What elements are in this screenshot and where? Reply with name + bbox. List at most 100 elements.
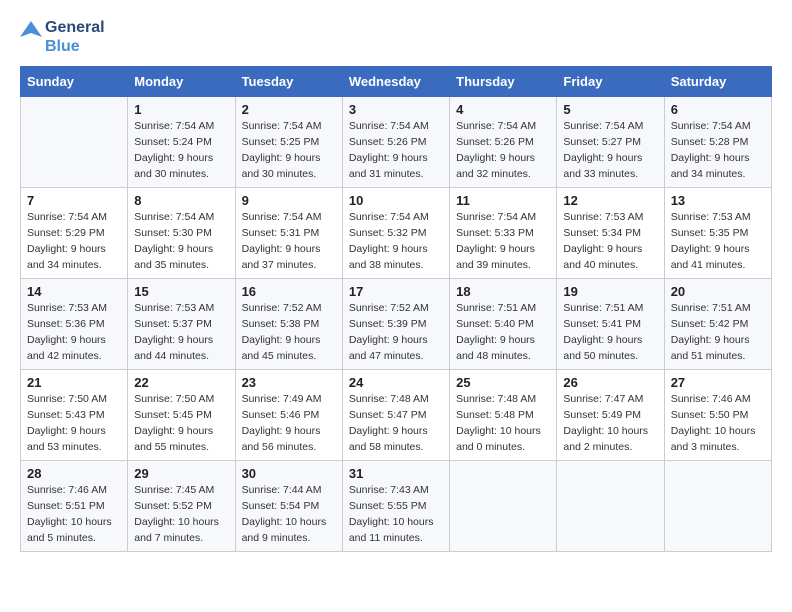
calendar-cell: 11 Sunrise: 7:54 AM Sunset: 5:33 PM Dayli… [450,188,557,279]
day-info: Sunrise: 7:48 AM Sunset: 5:48 PM Dayligh… [456,392,550,455]
calendar-cell: 1 Sunrise: 7:54 AM Sunset: 5:24 PM Daylig… [128,97,235,188]
day-number: 19 [563,284,657,299]
calendar-cell: 15 Sunrise: 7:53 AM Sunset: 5:37 PM Dayli… [128,279,235,370]
calendar-week-row: 21 Sunrise: 7:50 AM Sunset: 5:43 PM Dayli… [21,370,772,461]
day-info: Sunrise: 7:47 AM Sunset: 5:49 PM Dayligh… [563,392,657,455]
calendar-cell: 12 Sunrise: 7:53 AM Sunset: 5:34 PM Dayli… [557,188,664,279]
day-number: 25 [456,375,550,390]
calendar-week-row: 7 Sunrise: 7:54 AM Sunset: 5:29 PM Daylig… [21,188,772,279]
day-info: Sunrise: 7:46 AM Sunset: 5:50 PM Dayligh… [671,392,765,455]
day-info: Sunrise: 7:44 AM Sunset: 5:54 PM Dayligh… [242,483,336,546]
calendar-cell: 3 Sunrise: 7:54 AM Sunset: 5:26 PM Daylig… [342,97,449,188]
header-row: General Blue [20,18,772,56]
calendar-cell: 8 Sunrise: 7:54 AM Sunset: 5:30 PM Daylig… [128,188,235,279]
day-info: Sunrise: 7:54 AM Sunset: 5:33 PM Dayligh… [456,210,550,273]
calendar-cell [664,461,771,552]
calendar-week-row: 28Sunrise: 7:46 AM Sunset: 5:51 PM Dayli… [21,461,772,552]
logo-general: General [45,18,105,37]
day-number: 24 [349,375,443,390]
day-info: Sunrise: 7:54 AM Sunset: 5:31 PM Dayligh… [242,210,336,273]
calendar-cell: 6 Sunrise: 7:54 AM Sunset: 5:28 PM Daylig… [664,97,771,188]
calendar-cell: 28Sunrise: 7:46 AM Sunset: 5:51 PM Dayli… [21,461,128,552]
day-info: Sunrise: 7:49 AM Sunset: 5:46 PM Dayligh… [242,392,336,455]
day-info: Sunrise: 7:50 AM Sunset: 5:45 PM Dayligh… [134,392,228,455]
calendar-cell: 18 Sunrise: 7:51 AM Sunset: 5:40 PM Dayli… [450,279,557,370]
weekday-header-thursday: Thursday [450,67,557,97]
weekday-header-monday: Monday [128,67,235,97]
day-info: Sunrise: 7:51 AM Sunset: 5:42 PM Dayligh… [671,301,765,364]
day-number: 3 [349,102,443,117]
day-info: Sunrise: 7:54 AM Sunset: 5:24 PM Dayligh… [134,119,228,182]
day-info: Sunrise: 7:51 AM Sunset: 5:40 PM Dayligh… [456,301,550,364]
page-container: General Blue SundayMondayTuesdayWednesda… [0,0,792,570]
day-number: 11 [456,193,550,208]
day-number: 30 [242,466,336,481]
day-number: 21 [27,375,121,390]
calendar-cell: 26 Sunrise: 7:47 AM Sunset: 5:49 PM Dayli… [557,370,664,461]
calendar-cell: 14 Sunrise: 7:53 AM Sunset: 5:36 PM Dayli… [21,279,128,370]
day-number: 15 [134,284,228,299]
weekday-header-sunday: Sunday [21,67,128,97]
day-number: 12 [563,193,657,208]
calendar-cell: 29 Sunrise: 7:45 AM Sunset: 5:52 PM Dayli… [128,461,235,552]
day-info: Sunrise: 7:43 AM Sunset: 5:55 PM Dayligh… [349,483,443,546]
calendar-cell: 5Sunrise: 7:54 AM Sunset: 5:27 PM Daylig… [557,97,664,188]
calendar-body: 1 Sunrise: 7:54 AM Sunset: 5:24 PM Daylig… [21,97,772,552]
day-info: Sunrise: 7:53 AM Sunset: 5:35 PM Dayligh… [671,210,765,273]
logo-bird-icon [20,19,42,55]
calendar-cell: 16 Sunrise: 7:52 AM Sunset: 5:38 PM Dayli… [235,279,342,370]
day-number: 23 [242,375,336,390]
day-number: 31 [349,466,443,481]
day-info: Sunrise: 7:53 AM Sunset: 5:34 PM Dayligh… [563,210,657,273]
day-number: 14 [27,284,121,299]
calendar-cell: 21 Sunrise: 7:50 AM Sunset: 5:43 PM Dayli… [21,370,128,461]
calendar-cell: 2Sunrise: 7:54 AM Sunset: 5:25 PM Daylig… [235,97,342,188]
calendar-header: SundayMondayTuesdayWednesdayThursdayFrid… [21,67,772,97]
calendar-cell: 31 Sunrise: 7:43 AM Sunset: 5:55 PM Dayli… [342,461,449,552]
day-number: 22 [134,375,228,390]
day-number: 29 [134,466,228,481]
day-info: Sunrise: 7:54 AM Sunset: 5:26 PM Dayligh… [349,119,443,182]
calendar-cell: 27Sunrise: 7:46 AM Sunset: 5:50 PM Dayli… [664,370,771,461]
day-info: Sunrise: 7:50 AM Sunset: 5:43 PM Dayligh… [27,392,121,455]
day-info: Sunrise: 7:54 AM Sunset: 5:26 PM Dayligh… [456,119,550,182]
day-number: 10 [349,193,443,208]
logo-blue: Blue [45,37,105,56]
day-number: 16 [242,284,336,299]
day-number: 8 [134,193,228,208]
day-info: Sunrise: 7:54 AM Sunset: 5:30 PM Dayligh… [134,210,228,273]
calendar-week-row: 1 Sunrise: 7:54 AM Sunset: 5:24 PM Daylig… [21,97,772,188]
day-number: 7 [27,193,121,208]
day-number: 1 [134,102,228,117]
day-number: 26 [563,375,657,390]
calendar-cell: 22 Sunrise: 7:50 AM Sunset: 5:45 PM Dayli… [128,370,235,461]
weekday-header-friday: Friday [557,67,664,97]
weekday-header-wednesday: Wednesday [342,67,449,97]
day-info: Sunrise: 7:52 AM Sunset: 5:38 PM Dayligh… [242,301,336,364]
day-info: Sunrise: 7:46 AM Sunset: 5:51 PM Dayligh… [27,483,121,546]
day-info: Sunrise: 7:53 AM Sunset: 5:36 PM Dayligh… [27,301,121,364]
day-info: Sunrise: 7:54 AM Sunset: 5:28 PM Dayligh… [671,119,765,182]
day-number: 6 [671,102,765,117]
calendar-cell: 9Sunrise: 7:54 AM Sunset: 5:31 PM Daylig… [235,188,342,279]
day-number: 5 [563,102,657,117]
calendar-cell: 30 Sunrise: 7:44 AM Sunset: 5:54 PM Dayli… [235,461,342,552]
day-number: 2 [242,102,336,117]
day-number: 4 [456,102,550,117]
logo-text: General Blue [20,18,105,56]
calendar-cell: 7 Sunrise: 7:54 AM Sunset: 5:29 PM Daylig… [21,188,128,279]
day-info: Sunrise: 7:45 AM Sunset: 5:52 PM Dayligh… [134,483,228,546]
day-number: 17 [349,284,443,299]
day-number: 20 [671,284,765,299]
calendar-cell [21,97,128,188]
day-info: Sunrise: 7:52 AM Sunset: 5:39 PM Dayligh… [349,301,443,364]
calendar-cell: 25 Sunrise: 7:48 AM Sunset: 5:48 PM Dayli… [450,370,557,461]
calendar-cell: 23 Sunrise: 7:49 AM Sunset: 5:46 PM Dayli… [235,370,342,461]
calendar-cell: 4 Sunrise: 7:54 AM Sunset: 5:26 PM Daylig… [450,97,557,188]
day-info: Sunrise: 7:53 AM Sunset: 5:37 PM Dayligh… [134,301,228,364]
calendar-cell: 24Sunrise: 7:48 AM Sunset: 5:47 PM Dayli… [342,370,449,461]
calendar-week-row: 14 Sunrise: 7:53 AM Sunset: 5:36 PM Dayli… [21,279,772,370]
day-number: 18 [456,284,550,299]
logo: General Blue [20,18,105,56]
day-info: Sunrise: 7:54 AM Sunset: 5:29 PM Dayligh… [27,210,121,273]
